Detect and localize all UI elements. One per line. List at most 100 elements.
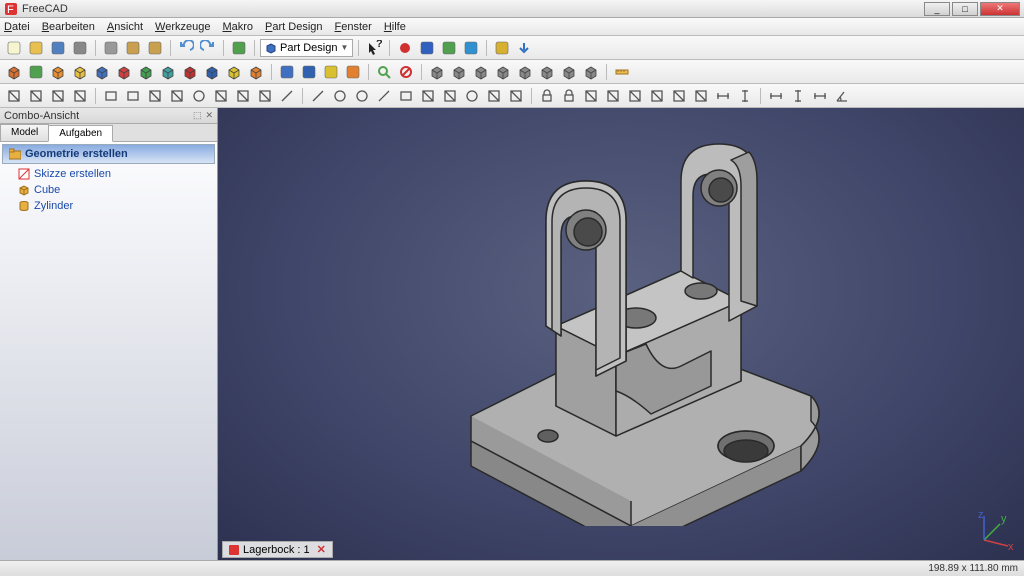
- bottom-view-button[interactable]: [537, 62, 557, 82]
- angle-button[interactable]: [832, 86, 852, 106]
- no-symbol-button[interactable]: [396, 62, 416, 82]
- sketch-leave-button[interactable]: [70, 86, 90, 106]
- sketch-new-button[interactable]: [4, 86, 24, 106]
- chamfer-button[interactable]: [211, 86, 231, 106]
- cube-blue2-button[interactable]: [202, 62, 222, 82]
- tab-model[interactable]: Model: [0, 124, 49, 141]
- lock-c-button[interactable]: [537, 86, 557, 106]
- top-view-button[interactable]: [471, 62, 491, 82]
- cube-orange2-button[interactable]: [246, 62, 266, 82]
- back-view-button[interactable]: [515, 62, 535, 82]
- refresh-button[interactable]: [229, 38, 249, 58]
- maximize-button[interactable]: □: [952, 2, 978, 16]
- menu-makro[interactable]: Makro: [222, 21, 253, 33]
- revolve-button[interactable]: [145, 86, 165, 106]
- tab-aufgaben[interactable]: Aufgaben: [48, 125, 113, 142]
- send-button[interactable]: [26, 62, 46, 82]
- 3d-viewport[interactable]: x y z Lagerbock : 1 ✕: [218, 108, 1024, 560]
- panel-yellow-button[interactable]: [321, 62, 341, 82]
- new-doc-button[interactable]: [4, 38, 24, 58]
- panel-close-icon[interactable]: ✕: [205, 110, 213, 121]
- horiz-button[interactable]: [713, 86, 733, 106]
- box-solid-button[interactable]: [4, 62, 24, 82]
- save-doc-button[interactable]: [48, 38, 68, 58]
- sketch-edit-button[interactable]: [26, 86, 46, 106]
- panel-orange-button[interactable]: [343, 62, 363, 82]
- doc-tab-close-icon[interactable]: ✕: [317, 543, 326, 556]
- pin-c-button[interactable]: [559, 86, 579, 106]
- right-view-button[interactable]: [493, 62, 513, 82]
- task-item-skizze[interactable]: Skizze erstellen: [0, 166, 217, 182]
- coincident-button[interactable]: [581, 86, 601, 106]
- dist-h-button[interactable]: [766, 86, 786, 106]
- cube-orange-button[interactable]: [48, 62, 68, 82]
- redo-button[interactable]: [198, 38, 218, 58]
- cut-button[interactable]: [101, 38, 121, 58]
- print-button[interactable]: [70, 38, 90, 58]
- whats-this-button[interactable]: ?: [364, 38, 384, 58]
- down-arrow-button[interactable]: [514, 38, 534, 58]
- ext-geom-button[interactable]: [484, 86, 504, 106]
- document-tab[interactable]: Lagerbock : 1 ✕: [222, 541, 333, 558]
- arc-button[interactable]: [330, 86, 350, 106]
- dist-v-button[interactable]: [788, 86, 808, 106]
- macro-list-button[interactable]: [439, 38, 459, 58]
- line-button[interactable]: [308, 86, 328, 106]
- construct-button[interactable]: [506, 86, 526, 106]
- sketch-map-button[interactable]: [48, 86, 68, 106]
- copy-button[interactable]: [123, 38, 143, 58]
- cube-red-button[interactable]: [114, 62, 134, 82]
- paste-button[interactable]: [145, 38, 165, 58]
- front-view-button[interactable]: [449, 62, 469, 82]
- zoom-button[interactable]: [374, 62, 394, 82]
- minimize-button[interactable]: _: [924, 2, 950, 16]
- cube-blue-button[interactable]: [92, 62, 112, 82]
- slot-button[interactable]: [418, 86, 438, 106]
- length-button[interactable]: [810, 86, 830, 106]
- fillet-button[interactable]: [189, 86, 209, 106]
- menu-werkzeuge[interactable]: Werkzeuge: [155, 21, 210, 33]
- menu-datei[interactable]: Datei: [4, 21, 30, 33]
- mirror-button[interactable]: [255, 86, 275, 106]
- stop-macro-button[interactable]: [417, 38, 437, 58]
- panel-blue-button[interactable]: [299, 62, 319, 82]
- perp-button[interactable]: [625, 86, 645, 106]
- rect-button[interactable]: [396, 86, 416, 106]
- lock-refresh-button[interactable]: [492, 38, 512, 58]
- polyline-button[interactable]: [374, 86, 394, 106]
- vert-button[interactable]: [735, 86, 755, 106]
- menu-partdesign[interactable]: Part Design: [265, 21, 322, 33]
- menu-ansicht[interactable]: Ansicht: [107, 21, 143, 33]
- task-item-cube[interactable]: Cube: [0, 182, 217, 198]
- task-item-zylinder[interactable]: Zylinder: [0, 198, 217, 214]
- fillet-sk-button[interactable]: [462, 86, 482, 106]
- cube-red2-button[interactable]: [180, 62, 200, 82]
- pocket-button[interactable]: [123, 86, 143, 106]
- undo-button[interactable]: [176, 38, 196, 58]
- measure-button[interactable]: [612, 62, 632, 82]
- equal-button[interactable]: [669, 86, 689, 106]
- menu-fenster[interactable]: Fenster: [335, 21, 372, 33]
- draft-button[interactable]: [233, 86, 253, 106]
- panel-grid-button[interactable]: [277, 62, 297, 82]
- open-doc-button[interactable]: [26, 38, 46, 58]
- cube-yellow-button[interactable]: [224, 62, 244, 82]
- panel-pin-icon[interactable]: ⬚: [193, 110, 202, 121]
- close-button[interactable]: ✕: [980, 2, 1020, 16]
- tangent-button[interactable]: [647, 86, 667, 106]
- task-header[interactable]: Geometrie erstellen: [2, 144, 215, 164]
- workbench-selector[interactable]: Part Design▼: [260, 39, 353, 57]
- record-macro-button[interactable]: [395, 38, 415, 58]
- parallel-button[interactable]: [603, 86, 623, 106]
- menu-hilfe[interactable]: Hilfe: [384, 21, 406, 33]
- groove-button[interactable]: [167, 86, 187, 106]
- axon-view-button[interactable]: [581, 62, 601, 82]
- left-view-button[interactable]: [559, 62, 579, 82]
- linear-pattern-button[interactable]: [277, 86, 297, 106]
- play-macro-button[interactable]: [461, 38, 481, 58]
- circle-button[interactable]: [352, 86, 372, 106]
- cube-teal-button[interactable]: [158, 62, 178, 82]
- menu-bearbeiten[interactable]: Bearbeiten: [42, 21, 95, 33]
- symm-button[interactable]: [691, 86, 711, 106]
- cube-layers-button[interactable]: [70, 62, 90, 82]
